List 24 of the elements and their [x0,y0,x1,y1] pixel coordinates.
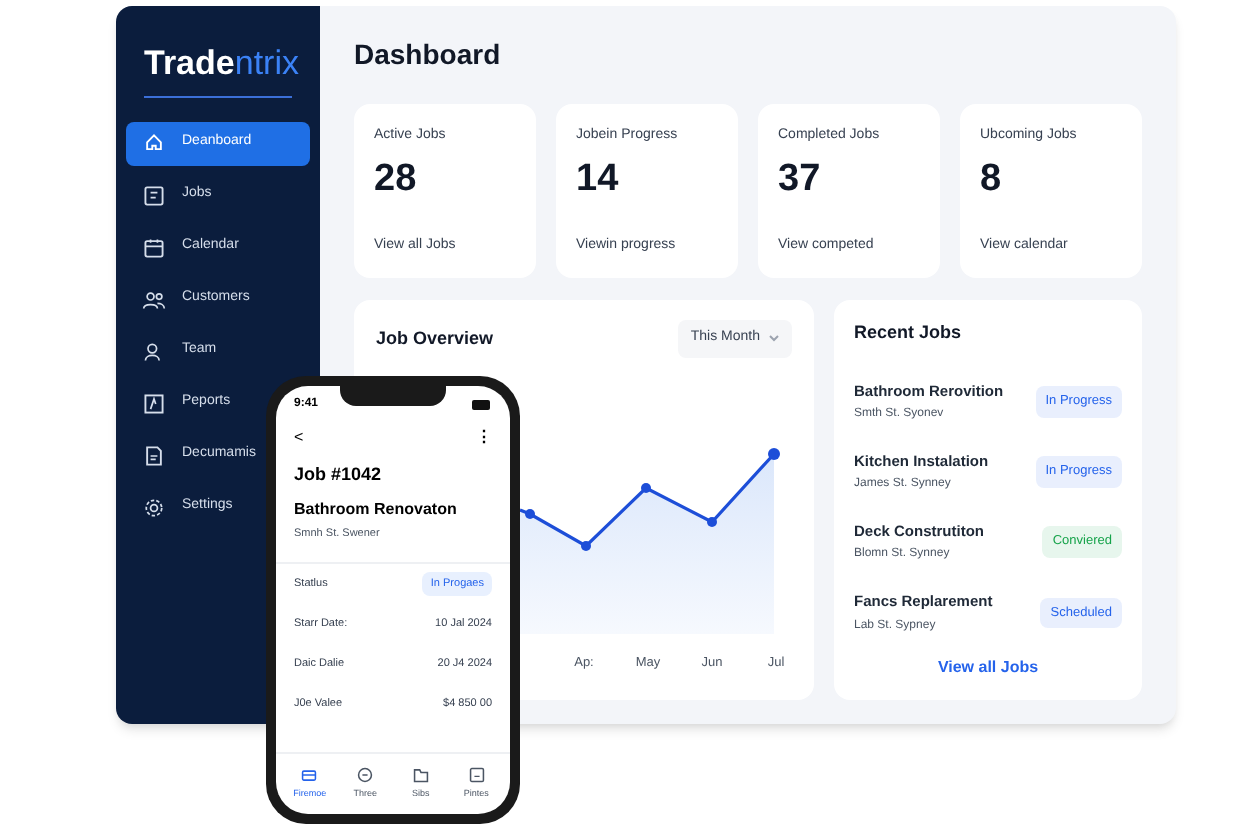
people-icon [142,287,166,311]
chevron-down-icon [768,334,780,343]
battery-icon [472,400,492,410]
person-icon [142,339,166,363]
folder-icon [411,766,430,785]
card-title: Job Overview [376,325,494,351]
stat-value: 28 [374,159,419,197]
more-button[interactable]: ⋮ [476,426,492,450]
home-icon [142,131,166,155]
document-icon [142,183,166,207]
stat-value: 37 [778,159,823,197]
page-title: Dashboard [354,36,503,74]
file-icon [142,443,166,467]
calendar-icon [142,235,166,259]
phone-notch [340,386,446,406]
card-title: Recent Jobs [854,320,964,346]
chart-icon [142,391,166,415]
job-number: Job #1042 [292,462,384,488]
stat-value: 8 [980,159,1004,197]
view-all-link[interactable]: View all Jobs [937,656,1039,680]
job-title: Bathroom Renovaton [292,497,459,521]
gear-icon [142,495,166,519]
back-button[interactable]: < [294,426,304,450]
stat-value: 14 [576,159,621,197]
